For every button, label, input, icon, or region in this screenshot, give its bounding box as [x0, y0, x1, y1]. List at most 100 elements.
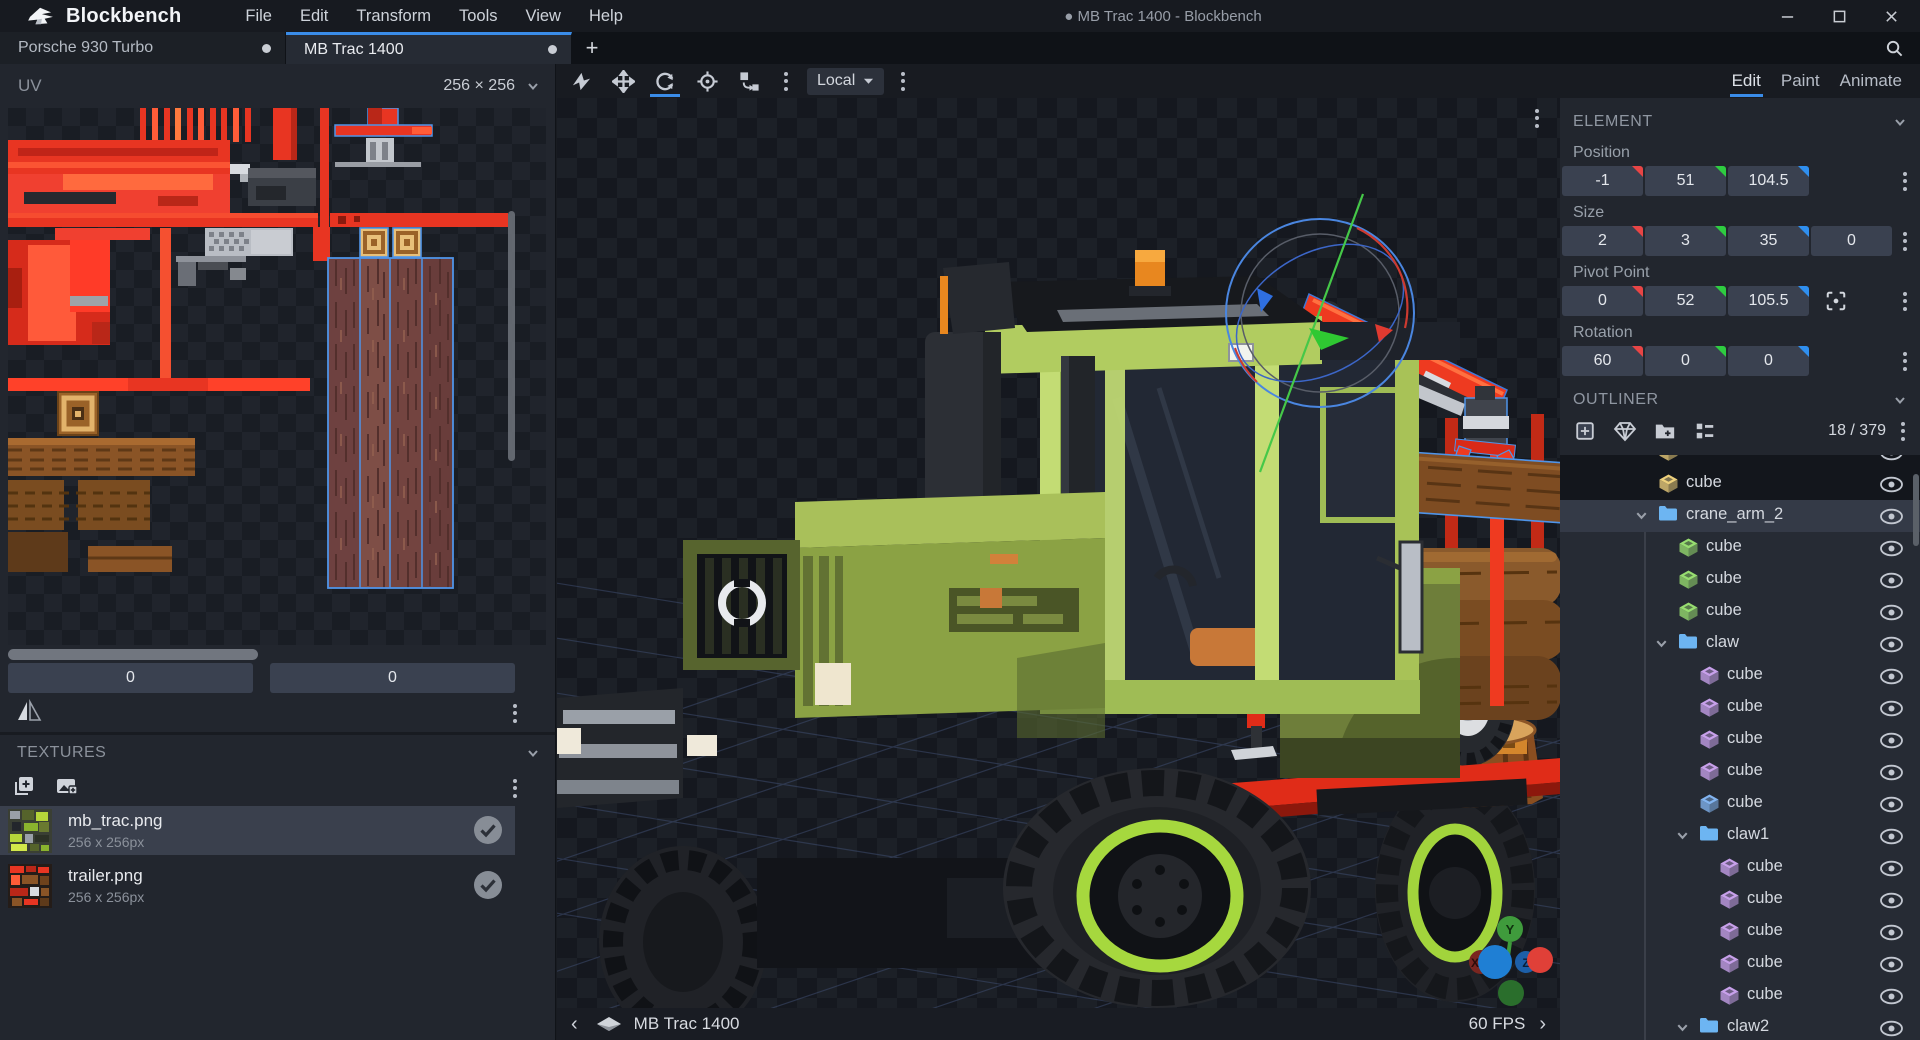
input-position-0[interactable]: -1 — [1562, 166, 1643, 196]
add-mesh-icon[interactable] — [1610, 418, 1640, 444]
outliner-menu-kebab-icon[interactable] — [1894, 419, 1912, 443]
outliner-cube-cube[interactable]: cube — [1560, 788, 1920, 820]
chevron-down-icon[interactable] — [525, 78, 541, 94]
toolbar-kebab-icon[interactable] — [777, 69, 795, 93]
menu-transform[interactable]: Transform — [344, 3, 443, 30]
visibility-eye-icon[interactable] — [1879, 732, 1904, 749]
input-size-1[interactable]: 3 — [1645, 226, 1726, 256]
visibility-eye-icon[interactable] — [1879, 508, 1904, 525]
cube-icon[interactable] — [1678, 537, 1699, 558]
uv-editor-canvas[interactable] — [8, 108, 546, 645]
outliner-group-crane_arm_2[interactable]: crane_arm_2 — [1560, 500, 1920, 532]
unsaved-dot-icon[interactable] — [548, 45, 557, 54]
input-pivot-point-2[interactable]: 105.5 — [1728, 286, 1809, 316]
create-texture-icon[interactable] — [54, 774, 78, 803]
input-size-3[interactable]: 0 — [1811, 226, 1892, 256]
viewport-menu-kebab-icon[interactable] — [1528, 106, 1546, 130]
input-rotation-1[interactable]: 0 — [1645, 346, 1726, 376]
menu-view[interactable]: View — [514, 3, 573, 30]
outliner-cube-cube[interactable]: cube — [1560, 916, 1920, 948]
tool-move-icon[interactable] — [605, 64, 641, 98]
outliner-cube-cube[interactable]: cube — [1560, 532, 1920, 564]
add-group-icon[interactable] — [1650, 418, 1680, 444]
input-size-0[interactable]: 2 — [1562, 226, 1643, 256]
input-pivot-point-0[interactable]: 0 — [1562, 286, 1643, 316]
texture-check-icon[interactable] — [473, 815, 503, 845]
chevron-down-icon[interactable] — [1892, 392, 1908, 408]
tab-porsche-930-turbo[interactable]: Porsche 930 Turbo — [0, 32, 286, 64]
visibility-eye-icon[interactable] — [1879, 540, 1904, 557]
visibility-eye-icon[interactable] — [1879, 604, 1904, 621]
cube-icon[interactable] — [1719, 857, 1740, 878]
visibility-eye-icon[interactable] — [1879, 668, 1904, 685]
cube-icon[interactable] — [1719, 889, 1740, 910]
visibility-eye-icon[interactable] — [1879, 476, 1904, 493]
cube-icon[interactable] — [1699, 761, 1720, 782]
visibility-eye-icon[interactable] — [1879, 1020, 1904, 1037]
minimize-icon[interactable] — [1772, 2, 1802, 30]
close-icon[interactable] — [1876, 2, 1906, 30]
menu-file[interactable]: File — [233, 3, 284, 30]
visibility-eye-icon[interactable] — [1879, 455, 1904, 461]
cube-icon[interactable] — [1658, 455, 1679, 462]
outliner-cube-cube[interactable]: cube — [1560, 692, 1920, 724]
visibility-eye-icon[interactable] — [1879, 796, 1904, 813]
unsaved-dot-icon[interactable] — [262, 43, 271, 53]
center-pivot-icon[interactable] — [1821, 286, 1851, 316]
outliner-cube-cube[interactable]: cube — [1560, 724, 1920, 756]
uv-y-input[interactable]: 0 — [270, 663, 515, 693]
cube-icon[interactable] — [1658, 473, 1679, 494]
cube-icon[interactable] — [1699, 729, 1720, 750]
outliner-cube-cube[interactable]: cube — [1560, 564, 1920, 596]
tool-select-icon[interactable] — [563, 64, 599, 98]
new-tab-button[interactable]: + — [572, 32, 612, 64]
visibility-eye-icon[interactable] — [1879, 700, 1904, 717]
search-icon[interactable] — [1880, 35, 1908, 61]
chevron-down-icon[interactable] — [1675, 1020, 1691, 1036]
cube-icon[interactable] — [1678, 601, 1699, 622]
visibility-eye-icon[interactable] — [1879, 956, 1904, 973]
input-rotation-0[interactable]: 60 — [1562, 346, 1643, 376]
field-kebab-icon[interactable] — [1896, 289, 1914, 313]
field-kebab-icon[interactable] — [1896, 349, 1914, 373]
toolbar-kebab-icon[interactable] — [894, 69, 912, 93]
cube-icon[interactable] — [1678, 569, 1699, 590]
texture-check-icon[interactable] — [473, 870, 503, 900]
visibility-eye-icon[interactable] — [1879, 764, 1904, 781]
visibility-eye-icon[interactable] — [1879, 924, 1904, 941]
visibility-eye-icon[interactable] — [1879, 988, 1904, 1005]
visibility-eye-icon[interactable] — [1879, 828, 1904, 845]
outliner-scrollbar[interactable] — [1913, 474, 1919, 546]
uv-x-input[interactable]: 0 — [8, 663, 253, 693]
outliner-cube-cube[interactable]: cube — [1560, 852, 1920, 884]
tab-mb-trac-1400[interactable]: MB Trac 1400 — [286, 32, 572, 64]
outliner-group-claw1[interactable]: claw1 — [1560, 820, 1920, 852]
outliner-cube-cube[interactable]: cube — [1560, 756, 1920, 788]
folder-icon[interactable] — [1699, 825, 1720, 846]
menu-help[interactable]: Help — [577, 3, 635, 30]
texture-item-mb_trac[interactable]: mb_trac.png 256 x 256px — [0, 806, 515, 855]
input-position-2[interactable]: 104.5 — [1728, 166, 1809, 196]
outliner-group-claw[interactable]: claw — [1560, 628, 1920, 660]
cube-icon[interactable] — [1699, 793, 1720, 814]
texture-item-trailer[interactable]: trailer.png 256 x 256px — [0, 861, 515, 910]
outliner-cube-cube[interactable]: cube — [1560, 660, 1920, 692]
cube-icon[interactable] — [1719, 953, 1740, 974]
outliner-cube-cube[interactable]: cube — [1560, 455, 1920, 468]
tool-rotate-icon[interactable] — [647, 64, 683, 98]
field-kebab-icon[interactable] — [1896, 229, 1914, 253]
uv-texture-size[interactable]: 256 × 256 — [443, 77, 515, 95]
chevron-left-icon[interactable]: ‹ — [571, 1013, 578, 1036]
field-kebab-icon[interactable] — [1896, 169, 1914, 193]
cube-icon[interactable] — [1699, 697, 1720, 718]
toggle-list-icon[interactable] — [1690, 418, 1720, 444]
chevron-down-icon[interactable] — [1892, 114, 1908, 130]
visibility-eye-icon[interactable] — [1879, 636, 1904, 653]
menu-tools[interactable]: Tools — [447, 3, 510, 30]
input-rotation-2[interactable]: 0 — [1728, 346, 1809, 376]
visibility-eye-icon[interactable] — [1879, 572, 1904, 589]
visibility-eye-icon[interactable] — [1879, 892, 1904, 909]
transform-space-select[interactable]: Local — [807, 67, 885, 95]
tool-vertex-snap-icon[interactable] — [731, 64, 767, 98]
outliner-cube-cube[interactable]: cube — [1560, 980, 1920, 1012]
